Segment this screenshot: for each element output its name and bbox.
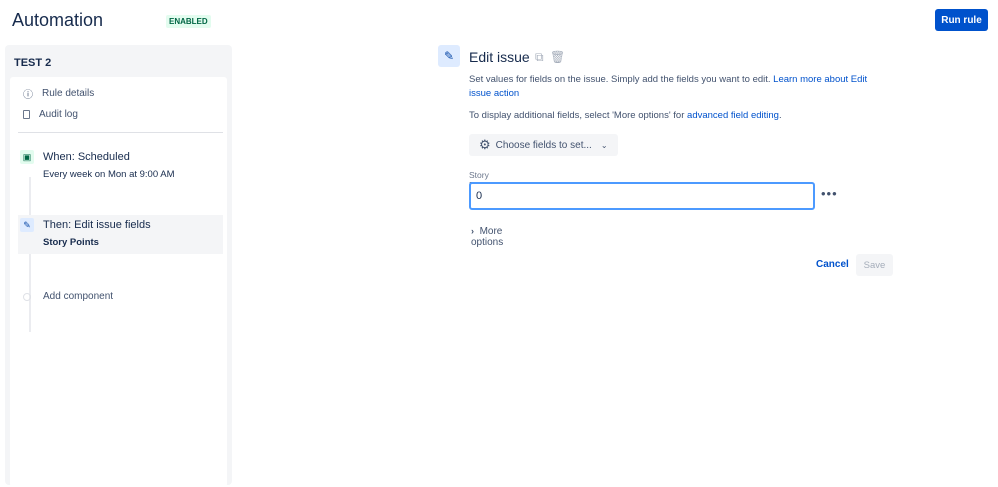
choose-fields-label: Choose fields to set... <box>495 139 592 151</box>
advanced-field-editing-link[interactable]: advanced field editing <box>687 110 779 121</box>
divider <box>18 132 223 133</box>
rule-sidebar: TEST 2 ⓘ Rule details Audit log ▣ When: … <box>5 45 232 487</box>
audit-log-link[interactable]: Audit log <box>23 109 78 120</box>
story-points-input[interactable] <box>469 182 815 210</box>
action-title: Then: Edit issue fields <box>43 219 151 231</box>
calendar-icon: ▣ <box>20 150 34 164</box>
pencil-icon: ✎ <box>20 218 34 232</box>
document-icon <box>23 110 30 119</box>
description: Set values for fields on the issue. Simp… <box>469 73 889 101</box>
trash-icon[interactable]: 🗑 <box>550 50 565 64</box>
trigger-title: When: Scheduled <box>43 151 130 163</box>
trigger-subtitle: Every week on Mon at 9:00 AM <box>43 169 175 180</box>
pencil-icon: ✎ <box>438 45 460 67</box>
extra-info: To display additional fields, select 'Mo… <box>469 109 889 123</box>
chevron-down-icon: ⌄ <box>600 140 608 150</box>
run-rule-button[interactable]: Run rule <box>935 9 988 31</box>
add-component-label: Add component <box>43 291 114 302</box>
action-step[interactable]: ✎ Then: Edit issue fields Story Points <box>18 215 223 254</box>
more-icon[interactable]: ••• <box>821 186 838 201</box>
action-subtitle: Story Points <box>43 237 99 248</box>
copy-icon[interactable]: ⧉ <box>535 50 544 65</box>
trigger-step[interactable]: ▣ When: Scheduled Every week on Mon at 9… <box>18 147 223 187</box>
gear-icon: ⚙ <box>479 137 491 152</box>
status-badge: ENABLED <box>166 15 211 28</box>
chevron-right-icon: › <box>471 226 474 236</box>
rule-details-link[interactable]: ⓘ Rule details <box>23 86 94 101</box>
save-button[interactable]: Save <box>856 254 893 276</box>
description-text: Set values for fields on the issue. Simp… <box>469 74 771 85</box>
cancel-button[interactable]: Cancel <box>812 255 853 274</box>
rule-components: ⓘ Rule details Audit log ▣ When: Schedul… <box>10 77 227 487</box>
extra-info-end: . <box>778 110 782 121</box>
add-component-button[interactable]: Add component <box>18 287 223 307</box>
extra-info-text: To display additional fields, select 'Mo… <box>469 110 685 121</box>
rule-name: TEST 2 <box>14 57 52 69</box>
panel-title: Edit issue <box>469 49 530 65</box>
circle-icon <box>20 290 34 304</box>
more-options-label: More options <box>471 226 504 248</box>
audit-log-label: Audit log <box>39 109 78 120</box>
flow-line <box>29 177 31 332</box>
more-options-toggle[interactable]: › More options <box>471 226 503 248</box>
info-icon: ⓘ <box>23 90 33 101</box>
choose-fields-dropdown[interactable]: ⚙ Choose fields to set... ⌄ <box>469 134 618 156</box>
rule-details-label: Rule details <box>42 88 95 99</box>
page-title: Automation <box>12 10 104 30</box>
